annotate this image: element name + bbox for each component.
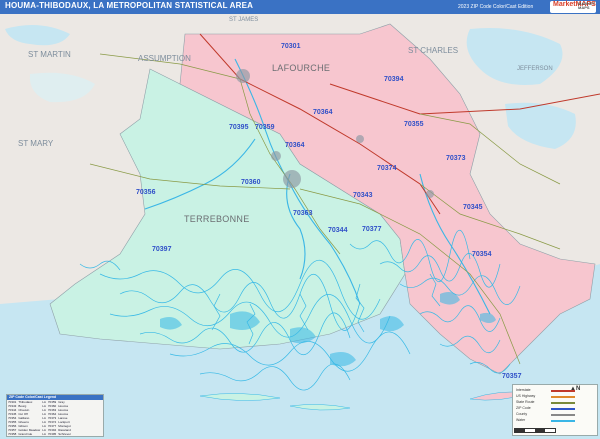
- zip-label: 70356: [136, 189, 156, 196]
- place-label-st-james: ST JAMES: [229, 17, 258, 23]
- zip-label: 70364: [313, 109, 333, 116]
- map-canvas[interactable]: ST JAMES ST MARTIN ASSUMPTION ST CHARLES…: [0, 14, 600, 439]
- zip-label: 70363: [293, 210, 313, 217]
- zip-label: 70357: [502, 373, 522, 380]
- map-legend-swatch: [551, 396, 575, 398]
- place-label-assumption: ASSUMPTION: [138, 54, 191, 63]
- zip-label: 70359: [255, 124, 275, 131]
- map-title: HOUMA-THIBODAUX, LA METROPOLITAN STATIST…: [5, 1, 254, 10]
- zip-label: 70374: [377, 165, 397, 172]
- north-arrow-icon: ▲N: [570, 386, 581, 392]
- zip-label: 70395: [229, 124, 249, 131]
- zip-label: 70377: [362, 226, 382, 233]
- zip-label: 70354: [472, 251, 492, 258]
- zip-label: 70397: [152, 246, 172, 253]
- zip-label: 70360: [241, 179, 261, 186]
- zip-label: 70364: [285, 142, 305, 149]
- map-legend-swatch: [551, 420, 575, 422]
- zip-legend-cell: 70395: [47, 432, 57, 436]
- county-label-lafourche: LAFOURCHE: [272, 63, 330, 73]
- zip-label: 70394: [384, 76, 404, 83]
- zip-legend-row: 70358 Grand Isle LA 70395 Schriever: [7, 432, 72, 436]
- zip-legend-table: 70301 Thibodaux LA 70359 Gray 70343 Bourg LA 703…: [7, 400, 72, 436]
- zip-label: 70301: [281, 43, 301, 50]
- zip-legend-cell: Grand Isle: [18, 432, 33, 436]
- place-label-st-charles: ST CHARLES: [408, 46, 458, 55]
- map-legend-label: US Highway: [516, 394, 536, 398]
- edition-label: 2023 ZIP Code Color/Cast Edition: [458, 4, 534, 10]
- map-legend-label: Interstate: [516, 388, 531, 392]
- zip-legend-cell: 70358: [8, 432, 17, 436]
- place-label-st-mary: ST MARY: [18, 139, 54, 148]
- map-legend-label: County: [516, 412, 528, 416]
- zip-label: 70373: [446, 155, 466, 162]
- place-label-jefferson: JEFFERSON: [517, 66, 553, 72]
- map-legend-label: ZIP Code: [516, 406, 531, 410]
- map-legend-label: Water: [516, 418, 526, 422]
- zip-label: 70355: [404, 121, 424, 128]
- map-legend-swatch: [551, 414, 575, 416]
- place-label-st-martin: ST MARTIN: [28, 50, 71, 59]
- zip-legend-cell: Schriever: [58, 432, 71, 436]
- scale-bar: [514, 428, 556, 433]
- map-legend-label: State Route: [516, 400, 535, 404]
- county-label-terrebonne: TERREBONNE: [184, 214, 250, 224]
- title-bar: HOUMA-THIBODAUX, LA METROPOLITAN STATIST…: [0, 0, 600, 14]
- publisher-logo: MarketMAPS MARKET MAPS: [550, 1, 596, 13]
- logo-sub-text: MARKET MAPS: [578, 1, 596, 10]
- map-legend-swatch: [551, 402, 575, 404]
- zip-label: 70345: [463, 204, 483, 211]
- zip-label: 70344: [328, 227, 348, 234]
- map-frame: HOUMA-THIBODAUX, LA METROPOLITAN STATIST…: [0, 0, 600, 439]
- zip-code-legend: ZIP Code Color/Cast Legend 70301 Thibodau…: [6, 394, 104, 437]
- zip-label: 70343: [353, 192, 373, 199]
- map-legend-swatch: [551, 408, 575, 410]
